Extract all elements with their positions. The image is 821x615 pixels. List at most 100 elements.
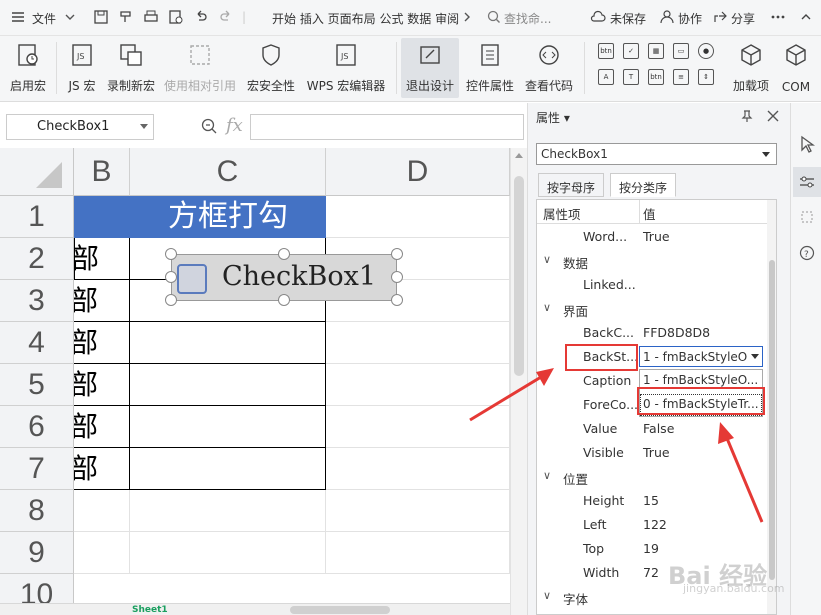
js-macro-button[interactable]: JS JS 宏 xyxy=(60,38,104,98)
button-control-icon[interactable]: btn xyxy=(598,43,614,59)
print-preview-icon[interactable] xyxy=(168,9,184,25)
unsaved-status[interactable]: 未保存 xyxy=(610,10,646,27)
listbox-control-icon[interactable]: ≡ xyxy=(673,69,689,85)
property-row[interactable]: BackC... FFD8D8D8 xyxy=(537,321,767,345)
scroll-up-icon[interactable] xyxy=(515,152,523,158)
collab-button[interactable]: 协作 xyxy=(678,10,702,27)
row-header-9[interactable]: 9 xyxy=(0,532,74,574)
resize-handle-nw[interactable] xyxy=(165,248,177,260)
redo-icon[interactable] xyxy=(218,9,234,25)
cell-b5[interactable]: 部 xyxy=(74,364,130,406)
row-header-1[interactable]: 1 xyxy=(0,196,74,238)
cell-c5[interactable] xyxy=(130,364,326,406)
cell-b7[interactable]: 部 xyxy=(74,448,130,490)
sheet-tab[interactable]: Sheet1 xyxy=(132,605,168,615)
category-row[interactable]: ∨ 数据 xyxy=(537,249,767,273)
column-header-d[interactable]: D xyxy=(326,148,510,196)
cell-d4[interactable] xyxy=(326,322,510,364)
row-header-2[interactable]: 2 xyxy=(0,238,74,280)
row-header-4[interactable]: 4 xyxy=(0,322,74,364)
cursor-icon[interactable] xyxy=(799,135,815,153)
image-control-icon[interactable]: ▭ xyxy=(673,43,689,59)
macro-security-button[interactable]: 宏安全性 xyxy=(242,38,300,98)
select-all-corner[interactable] xyxy=(0,148,74,196)
column-header-c[interactable]: C xyxy=(130,148,326,196)
settings-sliders-icon[interactable] xyxy=(798,173,816,191)
row-header-8[interactable]: 8 xyxy=(0,490,74,532)
com-addins-button[interactable]: COM xyxy=(776,38,816,98)
panel-title[interactable]: 属性 ▾ xyxy=(536,109,570,126)
cell-c1-title[interactable]: 方框打勾 xyxy=(130,196,326,238)
formula-input[interactable] xyxy=(250,114,524,140)
pin-icon[interactable] xyxy=(740,109,754,123)
cell-b8[interactable] xyxy=(74,490,130,532)
help-icon[interactable]: ? xyxy=(799,245,815,261)
property-row[interactable]: Linked... xyxy=(537,273,767,297)
cell-d7[interactable] xyxy=(326,448,510,490)
object-select[interactable]: CheckBox1 xyxy=(536,143,777,165)
wps-macro-editor-button[interactable]: JS WPS 宏编辑器 xyxy=(302,38,390,98)
textbox-control-icon[interactable]: T xyxy=(623,69,639,85)
addins-button[interactable]: 加载项 xyxy=(728,38,774,98)
chevron-right-icon[interactable] xyxy=(459,9,475,25)
collapse-icon[interactable] xyxy=(798,9,814,25)
property-grid-scrollbar[interactable] xyxy=(767,200,776,614)
record-macro-button[interactable]: 录制新宏 xyxy=(104,38,158,98)
row-header-5[interactable]: 5 xyxy=(0,364,74,406)
resize-handle-e[interactable] xyxy=(391,271,403,283)
frame-control-icon[interactable]: ▦ xyxy=(648,43,664,59)
cell-c7[interactable] xyxy=(130,448,326,490)
cell-c8[interactable] xyxy=(130,490,326,532)
more-icon[interactable] xyxy=(770,9,786,25)
cell-b1[interactable] xyxy=(74,196,130,238)
horizontal-scroll-thumb[interactable] xyxy=(290,606,390,614)
checkbox-square[interactable] xyxy=(177,264,207,294)
undo-icon[interactable] xyxy=(193,9,209,25)
cell-c4[interactable] xyxy=(130,322,326,364)
row-header-3[interactable]: 3 xyxy=(0,280,74,322)
print-icon[interactable] xyxy=(143,9,159,25)
name-box[interactable]: CheckBox1 xyxy=(6,114,154,140)
ribbon-tabs[interactable]: 开始 插入 页面布局 公式 数据 审阅 xyxy=(272,10,459,27)
cell-c6[interactable] xyxy=(130,406,326,448)
enable-macro-button[interactable]: 启用宏 xyxy=(2,38,54,98)
tab-alphabetical[interactable]: 按字母序 xyxy=(538,173,605,197)
cell-d1[interactable] xyxy=(326,196,510,238)
label-control-icon[interactable]: A xyxy=(598,69,614,85)
save-icon[interactable] xyxy=(93,9,109,25)
zoom-icon[interactable] xyxy=(200,117,218,135)
toggle-button-icon[interactable]: btn xyxy=(648,69,664,85)
close-icon[interactable] xyxy=(766,109,780,123)
cell-b2[interactable]: 部 xyxy=(74,238,130,280)
dropdown-option[interactable]: 1 - fmBackStyleO... xyxy=(643,373,758,387)
file-menu[interactable]: 文件 xyxy=(32,10,56,27)
tab-categorized[interactable]: 按分类序 xyxy=(610,173,677,197)
relative-ref-button[interactable]: 使用相对引用 xyxy=(160,38,240,98)
checkbox-control-icon[interactable]: ✓ xyxy=(623,43,639,59)
cell-d9[interactable] xyxy=(326,532,510,574)
resize-handle-se[interactable] xyxy=(391,294,403,306)
search-input[interactable]: 查找命... xyxy=(504,10,551,27)
cell-d8[interactable] xyxy=(326,490,510,532)
format-painter-icon[interactable] xyxy=(118,9,134,25)
menu-icon[interactable] xyxy=(10,9,26,25)
cell-c9[interactable] xyxy=(130,532,326,574)
row-header-7[interactable]: 7 xyxy=(0,448,74,490)
column-header-b[interactable]: B xyxy=(74,148,130,196)
category-row[interactable]: ∨ 界面 xyxy=(537,297,767,321)
backstyle-dropdown[interactable]: 1 - fmBackStyleO xyxy=(639,346,763,367)
resize-handle-sw[interactable] xyxy=(165,294,177,306)
row-header-6[interactable]: 6 xyxy=(0,406,74,448)
radio-control-icon[interactable]: ● xyxy=(698,43,714,59)
cell-b4[interactable]: 部 xyxy=(74,322,130,364)
exit-design-button[interactable]: 退出设计 xyxy=(401,38,459,98)
resize-handle-ne[interactable] xyxy=(391,248,403,260)
view-code-button[interactable]: 查看代码 xyxy=(521,38,577,98)
cell-b3[interactable]: 部 xyxy=(74,280,130,322)
resize-handle-s[interactable] xyxy=(278,294,290,306)
transform-icon[interactable] xyxy=(799,209,815,225)
share-button[interactable]: 分享 xyxy=(731,10,755,27)
resize-handle-w[interactable] xyxy=(165,271,177,283)
cell-b6[interactable]: 部 xyxy=(74,406,130,448)
scrollbar-control-icon[interactable]: ⇕ xyxy=(698,69,714,85)
